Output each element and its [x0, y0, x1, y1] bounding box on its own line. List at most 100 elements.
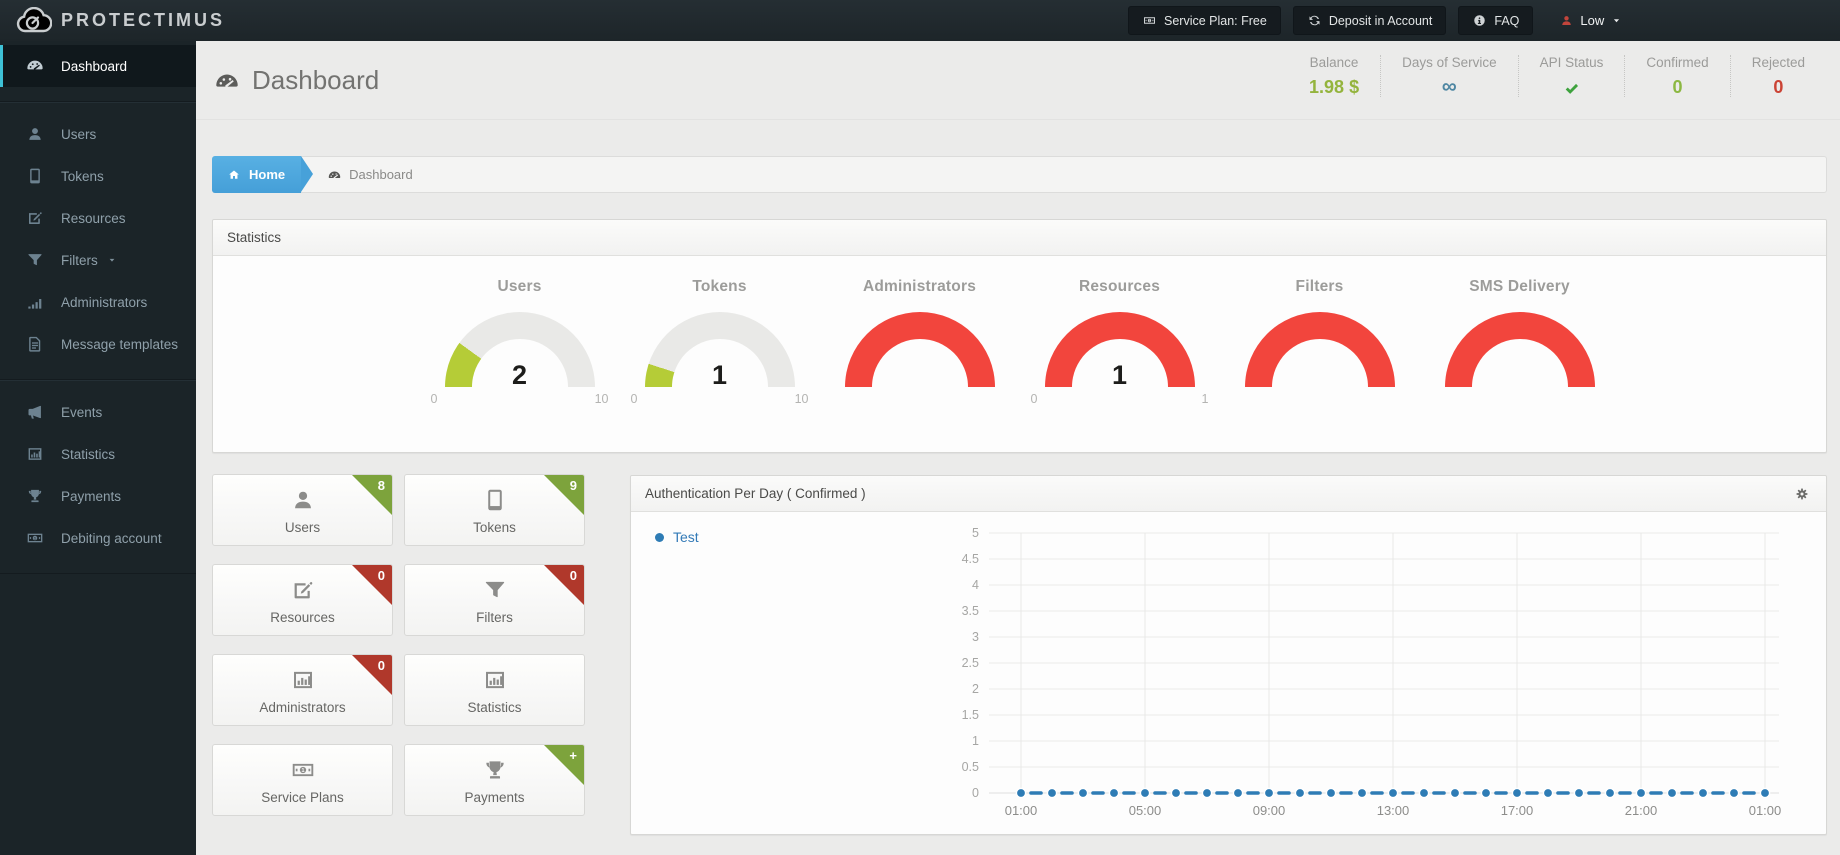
gauge-minmax: 0 10 — [431, 392, 609, 407]
gauge-max: 10 — [794, 392, 809, 406]
filters-icon — [485, 581, 504, 597]
svg-text:4.5: 4.5 — [962, 552, 979, 566]
resources-icon — [29, 212, 42, 224]
tile-badge-corner — [544, 565, 584, 605]
events-icon-wrap — [22, 402, 48, 422]
gauge-arc — [844, 312, 995, 387]
home-icon — [229, 170, 239, 179]
sidebar-item-statistics[interactable]: Statistics — [0, 433, 196, 475]
stat-value: 0 — [1672, 77, 1683, 97]
tokens-icon-wrap — [22, 166, 48, 186]
sidebar-item-debiting-account[interactable]: 1 Debiting account — [0, 517, 196, 559]
tile-payments[interactable]: + Payments — [404, 744, 585, 816]
svg-text:4: 4 — [972, 578, 979, 592]
tile-label: Resources — [270, 609, 335, 625]
tile-label: Payments — [464, 789, 525, 805]
statistics-panel-title: Statistics — [227, 230, 282, 245]
breadcrumb-home-label: Home — [249, 166, 286, 182]
tile-statistics[interactable]: Statistics — [404, 654, 585, 726]
filters-icon-wrap — [22, 250, 48, 270]
topbar-button-service-plan[interactable]: 1 Service Plan: Free — [1128, 6, 1281, 35]
account-label: Low — [1580, 13, 1605, 28]
svg-text:5: 5 — [972, 526, 979, 540]
tile-badge: 0 — [569, 568, 577, 583]
stat-value: 0 — [1773, 77, 1784, 97]
sidebar-item-filters[interactable]: Filters — [0, 239, 196, 281]
document-icon — [29, 336, 41, 352]
person-icon — [1562, 16, 1572, 25]
tile-administrators[interactable]: 0 Administrators — [212, 654, 393, 726]
debiting-account-icon-wrap: 1 — [22, 528, 48, 548]
tile-service-plans[interactable]: 1 Service Plans — [212, 744, 393, 816]
tokens-icon — [487, 489, 502, 510]
gauge-arc: 1 — [1044, 312, 1195, 387]
statistics-panel-header: Statistics — [213, 220, 1826, 256]
gauge-title: Tokens — [692, 278, 747, 295]
tile-tokens[interactable]: 9 Tokens — [404, 474, 585, 546]
gauge-minmax: 0 10 — [631, 392, 809, 407]
protectimus-cloud-logo-icon — [16, 7, 52, 33]
stat-api-status: API Status — [1517, 55, 1625, 97]
tile-users[interactable]: 8 Users — [212, 474, 393, 546]
sidebar-item-dashboard[interactable]: Dashboard — [0, 45, 196, 87]
topbar: PROTECTIMUS 1 Service Plan: Free Deposit i… — [0, 0, 1840, 41]
main-content: Dashboard Balance 1.98 $ Days of Service ∞ A… — [196, 41, 1840, 855]
chart-svg: 0 0.5 1 1.5 2 2.5 3 3.5 4 4.5 5 01:00 05:00 09:00 13:0… — [962, 526, 1782, 818]
tile-badge: 0 — [377, 658, 385, 673]
dashboard-icon — [216, 74, 238, 88]
filters-icon — [28, 254, 42, 266]
dashboard-icon — [27, 60, 43, 70]
payments-icon-wrap — [22, 486, 48, 506]
administrators-icon-wrap — [22, 292, 48, 312]
dashboard-icon-wrap — [22, 56, 48, 76]
gauge-row: Users 2 0 10 Tokens 1 0 10 Administrators Resourc… — [213, 256, 1826, 407]
tile-filters[interactable]: 0 Filters — [404, 564, 585, 636]
sidebar-item-resources[interactable]: Resources — [0, 197, 196, 239]
svg-text:09:00: 09:00 — [1253, 803, 1286, 818]
gauge-minmax — [1231, 392, 1409, 407]
megaphone-icon — [28, 405, 41, 419]
topbar-buttons: 1 Service Plan: Free Deposit in Account FAQ… — [1128, 6, 1623, 35]
topbar-button-deposit-label: Deposit in Account — [1328, 13, 1433, 28]
sidebar: Dashboard Users Tokens Resources Filters Admi… — [0, 41, 196, 855]
stat-label: Confirmed — [1646, 55, 1709, 70]
sidebar-item-label: Debiting account — [61, 530, 162, 546]
stat-label: Rejected — [1751, 55, 1805, 70]
tile-label: Filters — [476, 609, 513, 625]
gauge-resources: Resources 1 0 1 — [1020, 278, 1220, 407]
sidebar-item-users[interactable]: Users — [0, 113, 196, 155]
breadcrumb-current-label: Dashboard — [349, 167, 413, 182]
breadcrumb-home[interactable]: Home — [212, 155, 314, 193]
chart-settings-button[interactable] — [1792, 483, 1812, 503]
users-icon — [294, 491, 311, 508]
topbar-button-deposit[interactable]: Deposit in Account — [1292, 6, 1447, 35]
sidebar-item-label: Filters — [61, 252, 98, 268]
topbar-button-faq[interactable]: FAQ — [1458, 6, 1534, 35]
tile-badge-corner — [544, 745, 584, 785]
topbar-button-service-plan-label: Service Plan: Free — [1164, 13, 1267, 28]
gauge-minmax — [831, 392, 1009, 407]
sidebar-item-tokens[interactable]: Tokens — [0, 155, 196, 197]
users-icon-wrap — [22, 124, 48, 144]
gauge-minmax: 01 — [1031, 392, 1209, 407]
breadcrumb-current: Dashboard — [327, 166, 413, 182]
account-menu[interactable]: Low — [1559, 13, 1623, 28]
svg-text:3: 3 — [972, 630, 979, 644]
resources-icon — [294, 581, 312, 598]
svg-text:01:00: 01:00 — [1749, 803, 1782, 818]
tile-badge-corner — [352, 655, 392, 695]
stat-label: Days of Service — [1402, 55, 1497, 70]
sidebar-item-administrators[interactable]: Administrators — [0, 281, 196, 323]
sidebar-item-label: Message templates — [61, 336, 179, 352]
sidebar-item-payments[interactable]: Payments — [0, 475, 196, 517]
bar-chart-icon — [485, 671, 504, 688]
sidebar-item-events[interactable]: Events — [0, 391, 196, 433]
stat-days-of-service: Days of Service ∞ — [1380, 55, 1518, 97]
svg-text:2.5: 2.5 — [962, 656, 979, 670]
sidebar-item-label: Payments — [61, 488, 122, 504]
sidebar-section-0: Dashboard — [0, 41, 196, 102]
stat-label: API Status — [1539, 55, 1604, 70]
sidebar-item-message-templates[interactable]: Message templates — [0, 323, 196, 365]
tile-resources[interactable]: 0 Resources — [212, 564, 393, 636]
svg-text:0: 0 — [972, 786, 979, 800]
